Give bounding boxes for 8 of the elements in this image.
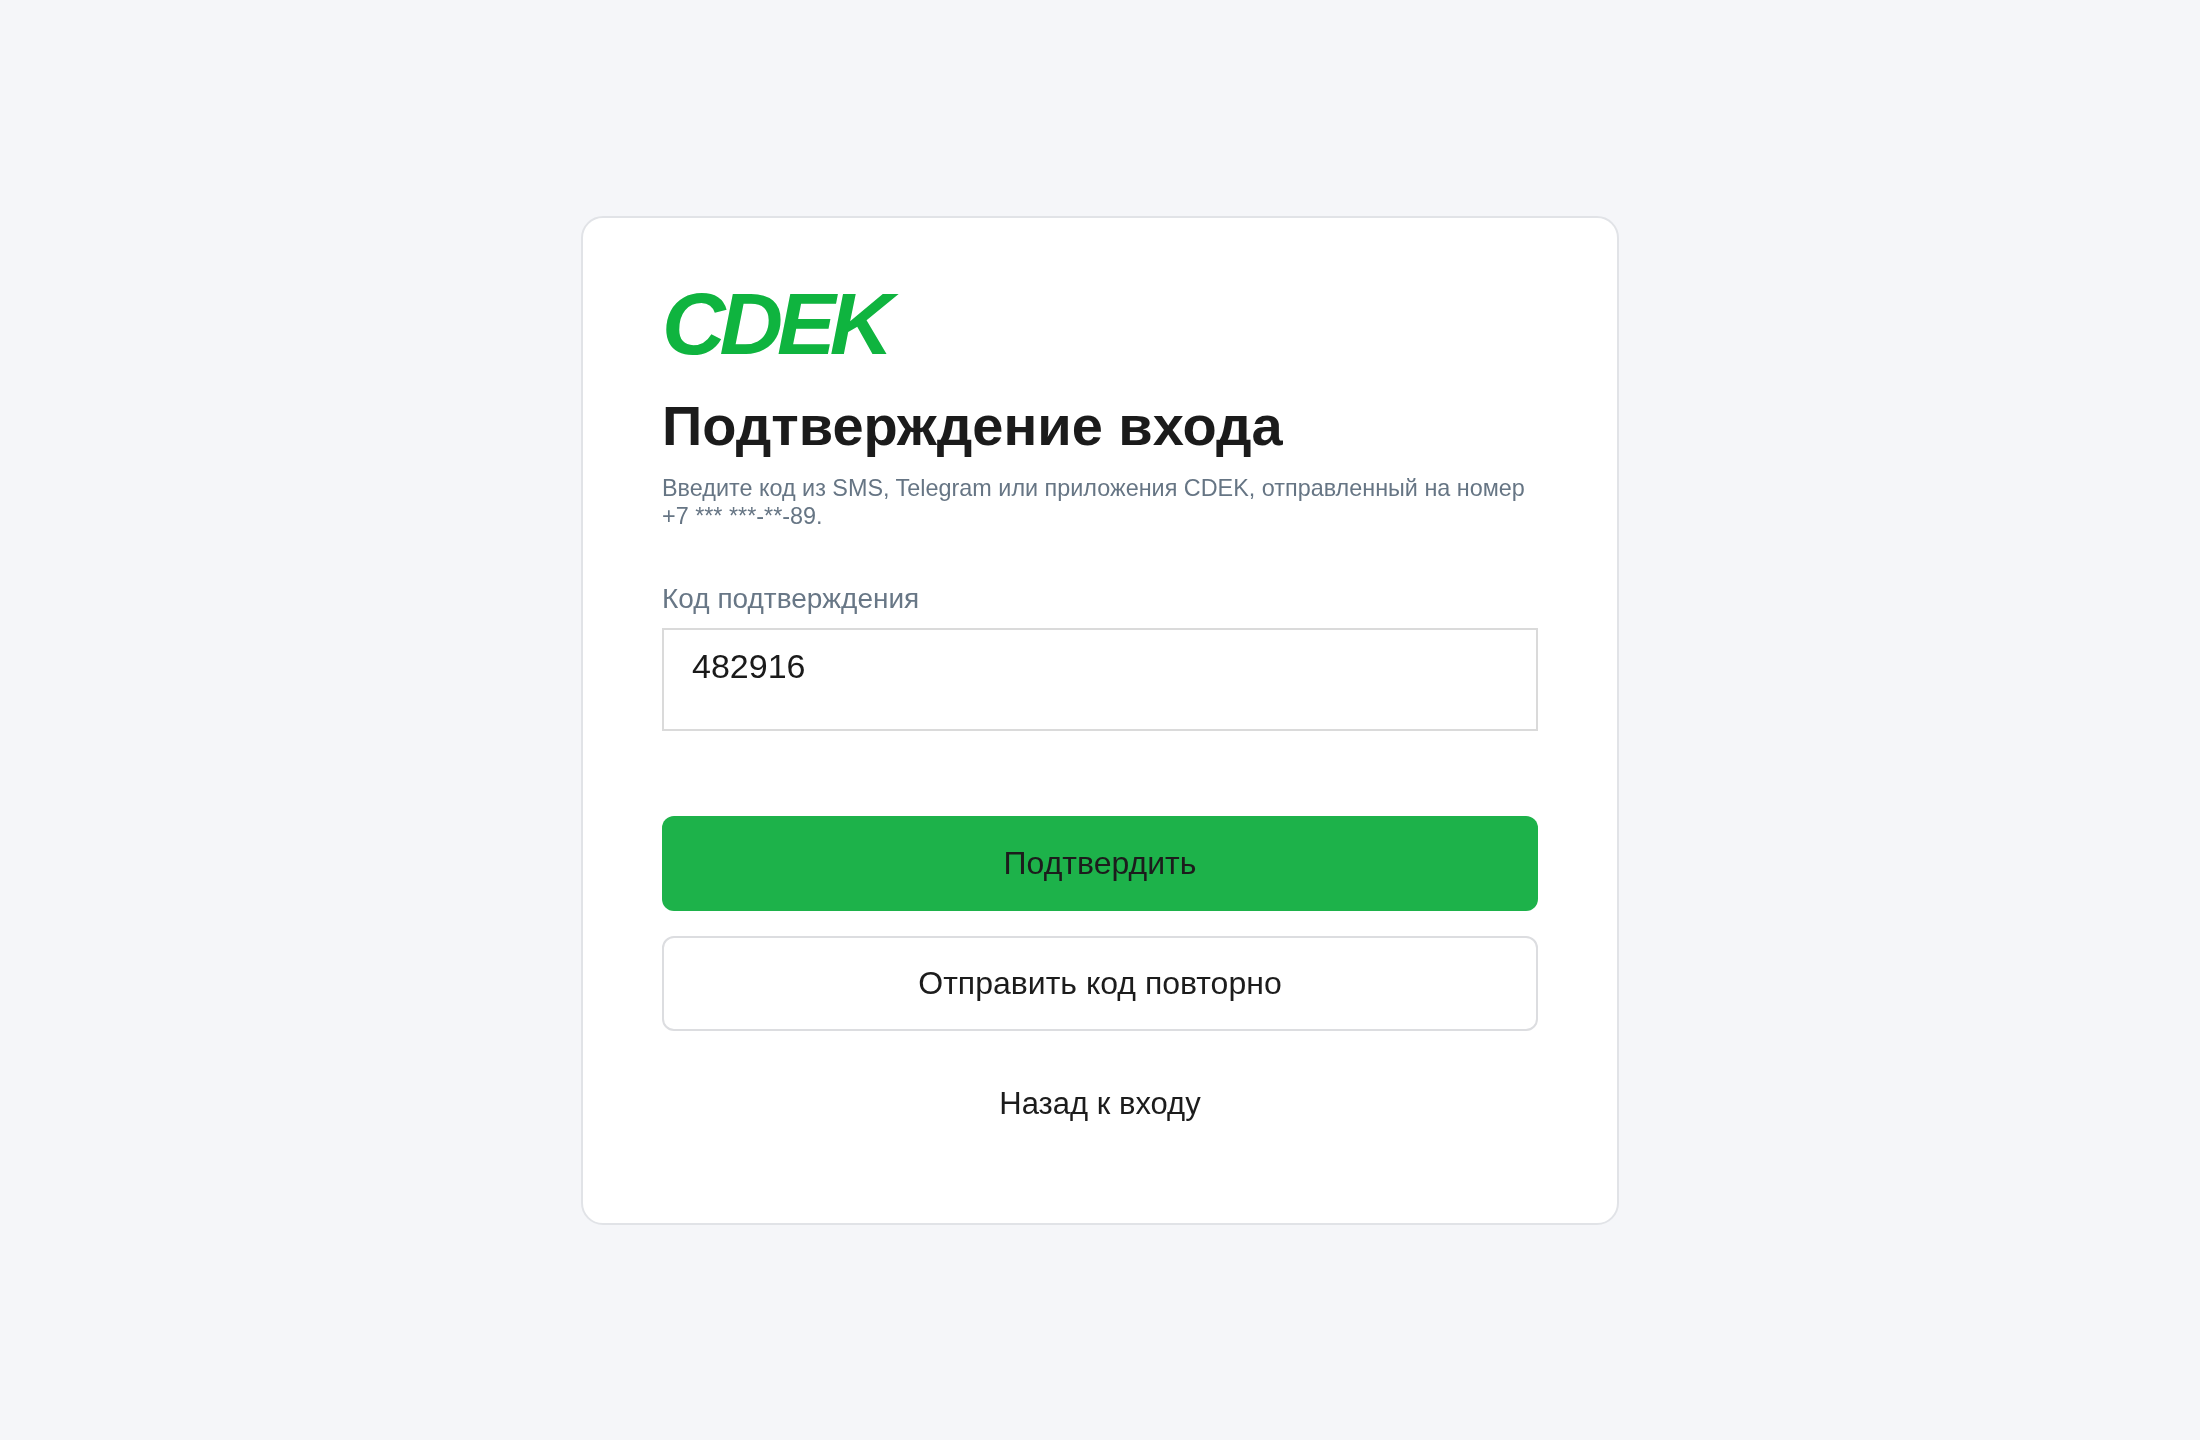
confirm-button[interactable]: Подтвердить [662, 815, 1538, 911]
instruction-text: Введите код из SMS, Telegram или приложения CDEK, отправленный на номер +7 *** ***-**-89. [662, 473, 1526, 530]
logo: CDEK [662, 279, 902, 368]
field-label: Код подтверждения [662, 582, 921, 615]
back-link[interactable]: Назад к входу [999, 1085, 1201, 1122]
page-title: Подтверждение входа [662, 395, 1284, 456]
resend-code-button[interactable]: Отправить код повторно [662, 935, 1538, 1031]
code-input[interactable]: 482916 [662, 627, 1538, 731]
